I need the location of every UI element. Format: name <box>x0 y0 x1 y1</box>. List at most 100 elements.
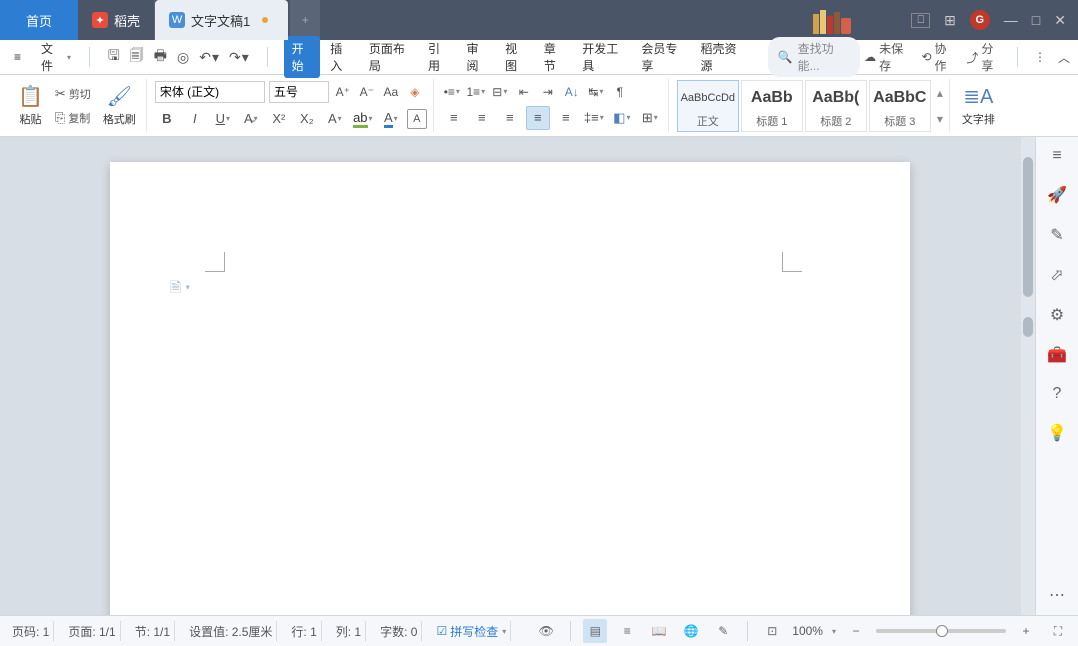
line-spacing-button[interactable]: ‡≡▾ <box>582 106 606 130</box>
tab-start[interactable]: 开始 <box>284 36 321 78</box>
cut-button[interactable]: ✂剪切 <box>53 84 93 104</box>
text-effects-button[interactable]: A▾ <box>323 107 347 131</box>
tab-view[interactable]: 视图 <box>497 36 534 78</box>
strikethrough-button[interactable]: A̵▾ <box>239 107 263 131</box>
underline-button[interactable]: U▾ <box>211 107 235 131</box>
status-row[interactable]: 行: 1 <box>287 621 321 641</box>
collapse-ribbon-icon[interactable]: ︿ <box>1058 49 1070 66</box>
print-icon[interactable]: 🖶 <box>154 45 167 69</box>
tab-home[interactable]: 首页 <box>0 0 78 40</box>
help-icon[interactable]: ? <box>1053 385 1062 403</box>
settings-sliders-icon[interactable]: ⚙ <box>1050 305 1064 325</box>
decrease-indent-button[interactable]: ⇤ <box>514 82 534 102</box>
zoom-slider-handle[interactable] <box>936 625 948 637</box>
print-preview-icon[interactable]: 🗐 <box>130 45 144 69</box>
bold-button[interactable]: B <box>155 107 179 131</box>
status-indent[interactable]: 设置值: 2.5厘米 <box>185 621 277 641</box>
scrollbar-thumb-2[interactable] <box>1023 317 1033 337</box>
subscript-button[interactable]: X₂ <box>295 107 319 131</box>
tab-docer-resources[interactable]: 稻壳资源 <box>693 36 750 78</box>
tab-developer[interactable]: 开发工具 <box>574 36 631 78</box>
align-left-button[interactable]: ≡ <box>442 106 466 130</box>
highlight-button[interactable]: ab▾ <box>351 107 375 131</box>
status-section[interactable]: 节: 1/1 <box>131 621 175 641</box>
borders-button[interactable]: ⊞▾ <box>638 106 662 130</box>
read-view-button[interactable]: 📖 <box>647 619 671 643</box>
increase-indent-button[interactable]: ⇥ <box>538 82 558 102</box>
draft-view-button[interactable]: ✎ <box>711 619 735 643</box>
cursor-icon[interactable]: ⬀ <box>1050 265 1063 285</box>
scrollbar-thumb[interactable] <box>1023 157 1033 297</box>
distribute-button[interactable]: ≡ <box>554 106 578 130</box>
user-avatar[interactable]: G <box>970 10 990 30</box>
save-icon[interactable]: 🖫 <box>108 45 120 69</box>
maximize-button[interactable]: □ <box>1032 12 1040 28</box>
layout-icon[interactable]: ⎕ <box>911 13 930 28</box>
apps-icon[interactable]: ⊞ <box>944 12 956 29</box>
fullscreen-button[interactable]: ⛶ <box>1046 619 1070 643</box>
zoom-level[interactable]: 100% <box>792 624 823 638</box>
menu-hamburger[interactable]: ≡ <box>8 47 27 67</box>
superscript-button[interactable]: X² <box>267 107 291 131</box>
show-marks-button[interactable]: ¶ <box>610 82 630 102</box>
format-painter-button[interactable]: 🖌 格式刷 <box>99 82 140 129</box>
style-normal[interactable]: AaBbCcDd 正文 <box>677 80 739 132</box>
tab-references[interactable]: 引用 <box>420 36 457 78</box>
unsaved-indicator[interactable]: ☁未保存 <box>864 40 909 74</box>
shading-button[interactable]: ◧▾ <box>610 106 634 130</box>
minimize-button[interactable]: — <box>1004 12 1018 28</box>
char-border-button[interactable]: A <box>407 109 427 129</box>
toolbox-icon[interactable]: 🧰 <box>1047 345 1067 365</box>
close-button[interactable]: ✕ <box>1054 12 1066 29</box>
clear-format-button[interactable]: ◈ <box>405 82 425 102</box>
chevron-down-icon[interactable]: ▾ <box>832 627 836 636</box>
redo-button[interactable]: ↷▾ <box>229 49 249 66</box>
tab-review[interactable]: 审阅 <box>459 36 496 78</box>
copy-button[interactable]: ⎘复制 <box>53 108 93 128</box>
tab-page-layout[interactable]: 页面布局 <box>361 36 418 78</box>
tab-insert[interactable]: 插入 <box>322 36 359 78</box>
style-heading1[interactable]: AaBb 标题 1 <box>741 80 803 132</box>
tab-add-button[interactable]: + <box>290 0 320 40</box>
pencil-icon[interactable]: ✎ <box>1050 225 1063 245</box>
text-arrange-button[interactable]: ≣A 文字排 <box>958 82 999 129</box>
styles-scroll-up-icon[interactable]: ▴ <box>937 86 943 100</box>
spell-check-button[interactable]: ☑ 拼写检查 ▾ <box>432 621 511 641</box>
file-menu[interactable]: 文件▾ <box>35 37 77 77</box>
style-heading3[interactable]: AaBbC 标题 3 <box>869 80 931 132</box>
change-case-button[interactable]: Aa <box>381 82 401 102</box>
zoom-out-button[interactable]: − <box>844 619 868 643</box>
align-justify-button[interactable]: ≡ <box>526 106 550 130</box>
outline-view-button[interactable]: ≡ <box>615 619 639 643</box>
fit-page-button[interactable]: ⊡ <box>760 619 784 643</box>
idea-icon[interactable]: 💡 <box>1047 423 1067 443</box>
font-size-select[interactable] <box>269 81 329 103</box>
status-chars[interactable]: 字数: 0 <box>376 621 422 641</box>
style-heading2[interactable]: AaBb( 标题 2 <box>805 80 867 132</box>
preview-icon[interactable]: ◎ <box>177 49 189 66</box>
web-view-button[interactable]: 🌐 <box>679 619 703 643</box>
numbering-button[interactable]: 1≡▾ <box>466 82 486 102</box>
document-page[interactable]: 🗎 ▾ <box>110 162 910 615</box>
tab-document[interactable]: W 文字文稿1 <box>155 0 288 40</box>
collab-button[interactable]: ⟲协作 <box>921 40 954 74</box>
share-button[interactable]: ⤴分享 <box>966 40 1001 74</box>
align-center-button[interactable]: ≡ <box>470 106 494 130</box>
multilevel-button[interactable]: ⊟▾ <box>490 82 510 102</box>
status-pageno[interactable]: 页码: 1 <box>8 621 54 641</box>
font-color-button[interactable]: A▾ <box>379 107 403 131</box>
status-col[interactable]: 列: 1 <box>332 621 366 641</box>
tab-docer[interactable]: ✦ 稻壳 <box>78 0 155 40</box>
tab-sections[interactable]: 章节 <box>536 36 573 78</box>
decrease-font-button[interactable]: A⁻ <box>357 82 377 102</box>
align-right-button[interactable]: ≡ <box>498 106 522 130</box>
zoom-slider[interactable] <box>876 629 1006 633</box>
undo-button[interactable]: ↶▾ <box>199 49 219 66</box>
tabs-button[interactable]: ↹▾ <box>586 82 606 102</box>
rocket-icon[interactable]: 🚀 <box>1047 185 1067 205</box>
increase-font-button[interactable]: A⁺ <box>333 82 353 102</box>
vertical-scrollbar[interactable] <box>1021 137 1035 615</box>
paste-button[interactable]: 📋 粘贴 <box>14 82 47 129</box>
bullets-button[interactable]: •≡▾ <box>442 82 462 102</box>
zoom-in-button[interactable]: + <box>1014 619 1038 643</box>
